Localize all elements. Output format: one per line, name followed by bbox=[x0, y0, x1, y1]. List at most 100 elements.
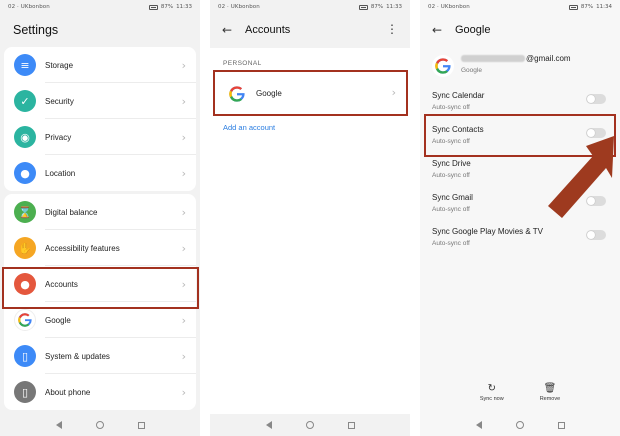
google-icon bbox=[14, 309, 36, 331]
sync-name: Sync Drive bbox=[432, 159, 471, 168]
settings-item-security[interactable]: ✓ Security › bbox=[4, 83, 196, 119]
location-pin-icon: ● bbox=[14, 162, 36, 184]
carrier-label: 02 · UKbonbon bbox=[8, 4, 50, 10]
shield-check-icon: ✓ bbox=[14, 90, 36, 112]
chevron-right-icon: › bbox=[181, 94, 186, 108]
sync-status: Auto-sync off bbox=[432, 104, 470, 111]
status-bar: 02 · UKbonbon 87% 11:33 bbox=[0, 0, 200, 14]
carrier-label: 02 · UKbonbon bbox=[218, 4, 260, 10]
storage-icon: ≡ bbox=[14, 54, 36, 76]
settings-item-label: Digital balance bbox=[45, 207, 98, 217]
info-icon: ▯ bbox=[14, 381, 36, 403]
accounts-screen: 02 · UKbonbon 87% 11:33 ← Accounts ⋮ PER… bbox=[210, 0, 410, 436]
battery-icon bbox=[568, 4, 578, 10]
nav-recents-icon[interactable] bbox=[137, 421, 145, 429]
settings-item-location[interactable]: ● Location › bbox=[4, 155, 196, 191]
page-title: Settings bbox=[13, 23, 59, 37]
email-domain: @gmail.com bbox=[526, 54, 571, 63]
settings-item-label: Location bbox=[45, 168, 76, 178]
sync-play-movies-row[interactable]: Sync Google Play Movies & TV Auto-sync o… bbox=[432, 222, 608, 256]
chevron-right-icon: › bbox=[181, 313, 186, 327]
battery-icon bbox=[148, 4, 158, 10]
status-bar: 02 · UKbonbon 87% 11:33 bbox=[210, 0, 410, 14]
settings-item-accessibility[interactable]: ✋ Accessibility features › bbox=[4, 230, 196, 266]
nav-home-icon[interactable] bbox=[305, 421, 314, 429]
chevron-right-icon: › bbox=[181, 349, 186, 363]
settings-item-privacy[interactable]: ◉ Privacy › bbox=[4, 119, 196, 155]
settings-item-about-phone[interactable]: ▯ About phone › bbox=[4, 374, 196, 410]
nav-recents-icon[interactable] bbox=[557, 421, 565, 429]
sync-status: Auto-sync off bbox=[432, 240, 470, 247]
chevron-right-icon: › bbox=[181, 166, 186, 180]
nav-bar bbox=[0, 414, 200, 436]
sync-calendar-toggle[interactable] bbox=[586, 94, 606, 104]
settings-group-1: ≡ Storage › ✓ Security › ◉ Privacy › ● L… bbox=[4, 47, 196, 191]
highlight-accounts bbox=[2, 267, 199, 309]
back-arrow-icon[interactable]: ← bbox=[432, 23, 442, 37]
pointer-arrow-icon bbox=[548, 136, 614, 218]
nav-home-icon[interactable] bbox=[95, 421, 104, 429]
chevron-right-icon: › bbox=[181, 205, 186, 219]
settings-item-label: About phone bbox=[45, 387, 91, 397]
hourglass-icon: ⌛ bbox=[14, 201, 36, 223]
account-provider: Google bbox=[461, 67, 482, 74]
nav-back-icon[interactable] bbox=[265, 421, 272, 429]
clock: 11:33 bbox=[386, 4, 402, 10]
chevron-right-icon: › bbox=[181, 385, 186, 399]
chevron-right-icon: › bbox=[181, 58, 186, 72]
settings-item-label: Storage bbox=[45, 60, 74, 70]
nav-recents-icon[interactable] bbox=[347, 421, 355, 429]
status-bar: 02 · UKbonbon 87% 11:34 bbox=[420, 0, 620, 14]
google-account-screen: 02 · UKbonbon 87% 11:34 ← Google @gmail.… bbox=[420, 0, 620, 436]
clock: 11:33 bbox=[176, 4, 192, 10]
phone-system-icon: ▯ bbox=[14, 345, 36, 367]
chevron-right-icon: › bbox=[181, 241, 186, 255]
chevron-right-icon: › bbox=[181, 130, 186, 144]
clock: 11:34 bbox=[596, 4, 612, 10]
settings-item-storage[interactable]: ≡ Storage › bbox=[4, 47, 196, 83]
settings-item-label: System & updates bbox=[45, 351, 110, 361]
battery-icon bbox=[358, 4, 368, 10]
bottom-actions: ↻ Sync now 🗑 Remove bbox=[420, 384, 620, 412]
sync-name: Sync Calendar bbox=[432, 91, 485, 100]
remove-button[interactable]: 🗑 Remove bbox=[540, 384, 560, 412]
battery-level: 87% bbox=[580, 4, 594, 10]
hand-icon: ✋ bbox=[14, 237, 36, 259]
settings-item-label: Accessibility features bbox=[45, 243, 120, 253]
page-title: Google bbox=[455, 24, 491, 36]
sync-now-button[interactable]: ↻ Sync now bbox=[480, 384, 504, 412]
more-options-icon[interactable]: ⋮ bbox=[386, 22, 398, 36]
sync-status: Auto-sync off bbox=[432, 172, 470, 179]
privacy-icon: ◉ bbox=[14, 126, 36, 148]
sync-status: Auto-sync off bbox=[432, 206, 470, 213]
highlight-google-account bbox=[213, 70, 408, 116]
sync-now-label: Sync now bbox=[479, 396, 504, 402]
trash-icon: 🗑 bbox=[543, 383, 557, 394]
settings-item-label: Privacy bbox=[45, 132, 72, 142]
sync-play-movies-toggle[interactable] bbox=[586, 230, 606, 240]
settings-item-label: Security bbox=[45, 96, 74, 106]
top-bar bbox=[210, 14, 410, 48]
sync-name: Sync Gmail bbox=[432, 193, 473, 202]
settings-item-label: Google bbox=[45, 315, 71, 325]
redacted-email-user bbox=[461, 55, 525, 62]
nav-bar bbox=[420, 414, 620, 436]
nav-bar bbox=[210, 414, 410, 436]
remove-label: Remove bbox=[539, 396, 561, 402]
section-header: PERSONAL bbox=[223, 60, 262, 67]
settings-item-digital-balance[interactable]: ⌛ Digital balance › bbox=[4, 194, 196, 230]
account-email: @gmail.com bbox=[461, 54, 571, 63]
page-title: Accounts bbox=[245, 24, 291, 36]
sync-name: Sync Google Play Movies & TV bbox=[432, 227, 544, 236]
back-arrow-icon[interactable]: ← bbox=[222, 23, 232, 37]
carrier-label: 02 · UKbonbon bbox=[428, 4, 470, 10]
nav-back-icon[interactable] bbox=[55, 421, 62, 429]
add-account-link[interactable]: Add an account bbox=[223, 123, 275, 132]
settings-screen: 02 · UKbonbon 87% 11:33 Settings ≡ Stora… bbox=[0, 0, 200, 436]
google-icon bbox=[432, 55, 454, 77]
battery-level: 87% bbox=[160, 4, 174, 10]
refresh-icon: ↻ bbox=[487, 383, 496, 394]
nav-back-icon[interactable] bbox=[475, 421, 482, 429]
settings-item-system-updates[interactable]: ▯ System & updates › bbox=[4, 338, 196, 374]
nav-home-icon[interactable] bbox=[515, 421, 524, 429]
